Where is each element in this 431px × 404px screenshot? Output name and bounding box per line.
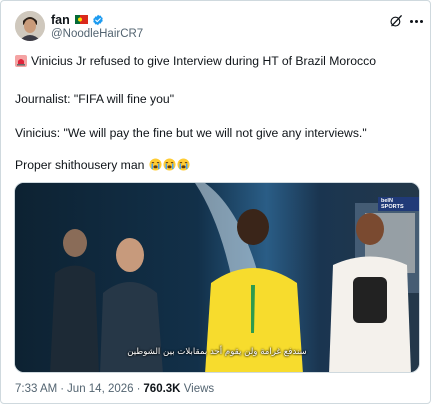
user-handle[interactable]: @NoodleHairCR7 xyxy=(51,28,143,40)
meta-separator: · xyxy=(136,383,141,395)
video-media[interactable]: beIN SPORTS سندفع غرامة ولن يقوم أحد بمق… xyxy=(14,182,420,373)
portugal-flag-icon xyxy=(74,15,88,24)
tweet-text-line-1: Vinicius Jr refused to give Interview du… xyxy=(31,54,377,68)
meta-separator: · xyxy=(60,383,65,395)
views-label: Views xyxy=(183,383,215,395)
tweet-line-4: Proper shithousery man xyxy=(15,158,190,173)
display-name[interactable]: fan xyxy=(51,13,70,27)
tweet-date[interactable]: Jun 14, 2026 xyxy=(67,383,134,395)
tweet-card[interactable]: fan @NoodleHairCR7 Vinicius Jr refused t… xyxy=(0,0,431,404)
video-subtitle: سندفع غرامة ولن يقوم أحد بمقابلات بين ال… xyxy=(127,347,307,357)
avatar[interactable] xyxy=(15,11,45,41)
verified-badge-icon xyxy=(93,14,103,25)
tweet-text-line-2: Journalist: "FIFA will fine you" xyxy=(15,92,175,106)
grok-icon[interactable] xyxy=(389,14,403,28)
tweet-time[interactable]: 7:33 AM xyxy=(15,383,57,395)
video-frame xyxy=(15,183,419,372)
police-light-icon xyxy=(15,55,27,67)
loudly-crying-face-icon xyxy=(149,158,162,171)
loudly-crying-face-icon xyxy=(163,158,176,171)
loudly-crying-face-icon xyxy=(177,158,190,171)
tweet-meta: 7:33 AM · Jun 14, 2026 · 760.3K Views xyxy=(15,383,214,395)
tweet-text-line-3: Vinicius: "We will pay the fine but we w… xyxy=(15,126,367,140)
more-options-icon[interactable] xyxy=(408,13,424,29)
tweet-line-1: Vinicius Jr refused to give Interview du… xyxy=(15,54,376,69)
channel-logo: beIN SPORTS xyxy=(378,197,419,211)
tweet-text-line-4: Proper shithousery man xyxy=(15,158,145,172)
views-count: 760.3K xyxy=(143,383,181,395)
